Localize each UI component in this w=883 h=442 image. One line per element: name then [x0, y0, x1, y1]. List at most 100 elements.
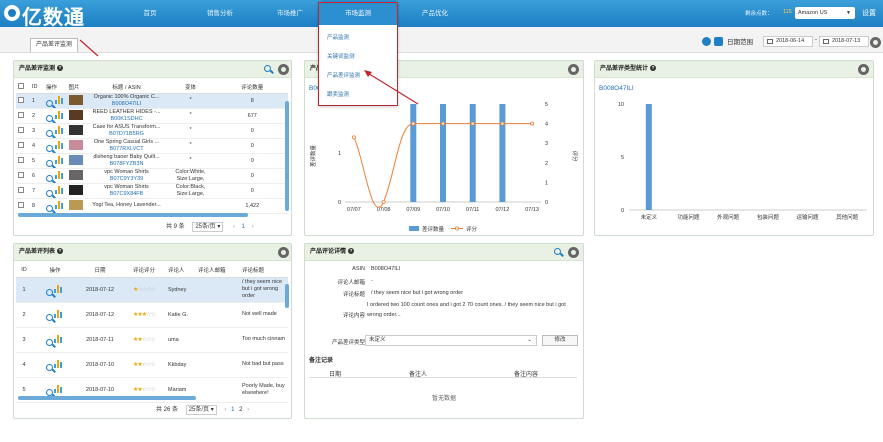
- nav-sales-analysis[interactable]: 销售分析: [190, 0, 250, 27]
- search-icon[interactable]: [45, 363, 53, 371]
- settings-link[interactable]: 设置: [862, 8, 876, 18]
- modify-button[interactable]: 修改: [542, 335, 578, 346]
- chart-icon[interactable]: [54, 124, 65, 135]
- search-icon[interactable]: [45, 288, 53, 296]
- help-icon[interactable]: ?: [650, 65, 657, 72]
- table-row[interactable]: 8 Yogi Tea, Honey Lavender... 1,422: [16, 198, 288, 213]
- chart-icon[interactable]: [54, 169, 65, 180]
- search-icon[interactable]: [46, 174, 53, 182]
- row-checkbox[interactable]: [18, 96, 24, 103]
- product-title[interactable]: Organic 100% Organic C...: [91, 94, 163, 101]
- marketplace-select[interactable]: Amazon US ▼: [795, 7, 855, 19]
- page-number[interactable]: 2: [239, 407, 242, 413]
- row-checkbox[interactable]: [18, 201, 24, 208]
- chart-icon[interactable]: [54, 154, 65, 165]
- gear-icon[interactable]: [278, 247, 289, 258]
- prev-page-button[interactable]: ‹: [224, 407, 226, 413]
- table-row[interactable]: 3 Case for ASUS Transform... B07D71B5RG *…: [16, 123, 288, 138]
- menu-item-review-monitor[interactable]: 产品差评监测: [327, 71, 360, 79]
- value[interactable]: B008O47ILI: [371, 266, 400, 272]
- chart-icon[interactable]: [54, 383, 64, 394]
- table-row[interactable]: 2 REED LEATHER HIDES -... B00K1SDHC * 677: [16, 108, 288, 123]
- product-title[interactable]: REED LEATHER HIDES -...: [91, 109, 163, 116]
- table-row[interactable]: 2 2018-07-12 ★★★☆☆ Katie G. Not well mad…: [16, 302, 288, 327]
- menu-item-keyword-monitor[interactable]: 关键词监测: [327, 52, 355, 60]
- horizontal-scrollbar[interactable]: [18, 213, 248, 217]
- gear-icon[interactable]: [568, 64, 579, 75]
- chart-icon[interactable]: [54, 184, 65, 195]
- vertical-scrollbar[interactable]: [285, 284, 289, 308]
- row-checkbox[interactable]: [18, 111, 24, 118]
- help-icon[interactable]: ?: [57, 65, 64, 72]
- chart-icon[interactable]: [54, 139, 65, 150]
- table-row[interactable]: 1 Organic 100% Organic C... B008O47ILI * …: [16, 93, 288, 108]
- search-icon[interactable]: [46, 99, 53, 107]
- next-page-button[interactable]: ›: [252, 224, 254, 230]
- chart-icon[interactable]: [54, 358, 64, 369]
- product-asin[interactable]: B078FYZB3N: [91, 161, 163, 168]
- product-title[interactable]: vpc Woman Shirts: [91, 184, 163, 191]
- gear-icon[interactable]: [278, 64, 289, 75]
- next-page-button[interactable]: ›: [247, 407, 249, 413]
- chart-icon[interactable]: [54, 199, 65, 210]
- chart-icon[interactable]: [54, 333, 64, 344]
- search-icon[interactable]: [46, 159, 53, 167]
- table-row[interactable]: 1 2018-07-12 ★☆☆☆☆ Sydney / they seem ni…: [16, 277, 288, 302]
- row-checkbox[interactable]: [18, 156, 24, 163]
- row-checkbox[interactable]: [18, 186, 24, 193]
- product-title[interactable]: vpc Woman Shirts: [91, 169, 163, 176]
- table-row[interactable]: 4 2018-07-10 ★★☆☆☆ Kkbday Not bad but pa…: [16, 352, 288, 377]
- search-icon[interactable]: [264, 65, 271, 72]
- product-asin[interactable]: B07C9Y3Y39: [91, 176, 163, 183]
- table-row[interactable]: 3 2018-07-11 ★★☆☆☆ uma Too much cinnam: [16, 327, 288, 352]
- product-asin[interactable]: B00K1SDHC: [91, 116, 163, 123]
- table-row[interactable]: 5 disheng baoer Baby Quilt... B078FYZB3N …: [16, 153, 288, 168]
- product-title[interactable]: One Spring Casual Girls ...: [91, 139, 163, 146]
- vertical-scrollbar[interactable]: [285, 101, 289, 211]
- help-icon[interactable]: ?: [348, 248, 355, 255]
- product-asin[interactable]: B07D71B5RG: [91, 131, 163, 138]
- search-icon[interactable]: [45, 313, 53, 321]
- search-icon[interactable]: [46, 204, 53, 212]
- refresh-icon[interactable]: [702, 37, 711, 46]
- product-asin[interactable]: B008O47ILI: [91, 101, 163, 108]
- prev-page-button[interactable]: ‹: [233, 224, 235, 230]
- nav-home[interactable]: 首页: [125, 0, 175, 27]
- product-title[interactable]: Case for ASUS Transform...: [91, 124, 163, 131]
- date-to-input[interactable]: 2018-07-13: [819, 36, 869, 47]
- horizontal-scrollbar[interactable]: [18, 396, 196, 400]
- chart-icon[interactable]: [54, 94, 65, 105]
- search-icon[interactable]: [46, 144, 53, 152]
- search-icon[interactable]: [554, 248, 561, 255]
- search-icon[interactable]: [45, 388, 53, 396]
- search-icon[interactable]: [46, 189, 53, 197]
- product-title[interactable]: disheng baoer Baby Quilt...: [91, 154, 163, 161]
- gear-icon[interactable]: [870, 37, 881, 48]
- stats-asin[interactable]: B008O47ILI: [599, 85, 634, 92]
- search-icon[interactable]: [45, 338, 53, 346]
- menu-item-product-monitor[interactable]: 产品监测: [327, 33, 349, 41]
- app-logo[interactable]: 亿数通: [4, 2, 104, 29]
- review-type-select[interactable]: 未定义 ⌄: [365, 335, 537, 346]
- row-checkbox[interactable]: [18, 171, 24, 178]
- search-icon[interactable]: [46, 129, 53, 137]
- chart-icon[interactable]: [54, 283, 64, 294]
- chart-icon[interactable]: [54, 308, 64, 319]
- product-asin[interactable]: B07C9X84FB: [91, 191, 163, 198]
- date-from-input[interactable]: 2018-06-14: [763, 36, 813, 47]
- gear-icon[interactable]: [568, 247, 579, 258]
- chart-icon[interactable]: [54, 109, 65, 120]
- table-row[interactable]: 7 vpc Woman Shirts B07C9X84FB Color:Black…: [16, 183, 288, 198]
- nav-marketing[interactable]: 市场推广: [260, 0, 320, 27]
- nav-product-optimization[interactable]: 产品优化: [405, 0, 465, 27]
- gear-icon[interactable]: [858, 64, 869, 75]
- row-checkbox[interactable]: [18, 126, 24, 133]
- dropdown-header[interactable]: 市场监测: [319, 3, 397, 25]
- page-size-select[interactable]: 25条/页 ▾: [185, 405, 217, 415]
- page-number[interactable]: 1: [231, 407, 234, 413]
- menu-item-hijack-monitor[interactable]: 跟卖监测: [327, 90, 349, 98]
- row-checkbox[interactable]: [18, 141, 24, 148]
- table-row[interactable]: 6 vpc Woman Shirts B07C9Y3Y39 Color:White…: [16, 168, 288, 183]
- table-row[interactable]: 4 One Spring Casual Girls ... B077RXLVCT …: [16, 138, 288, 153]
- product-asin[interactable]: B077RXLVCT: [91, 146, 163, 153]
